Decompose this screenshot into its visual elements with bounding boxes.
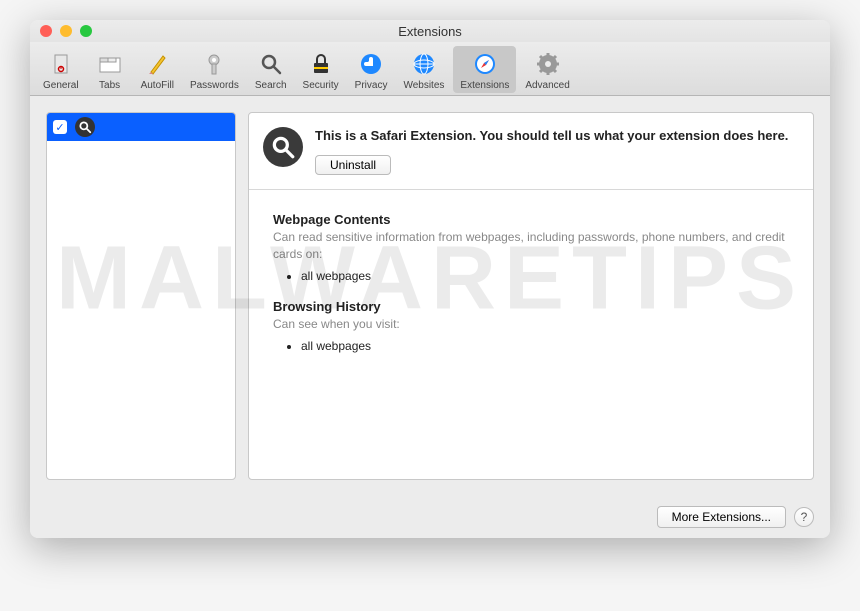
extension-details: This is a Safari Extension. You should t… bbox=[248, 112, 814, 480]
webpage-contents-section: Webpage Contents Can read sensitive info… bbox=[273, 212, 789, 283]
search-icon bbox=[263, 127, 303, 167]
minimize-icon[interactable] bbox=[60, 25, 72, 37]
gear-icon bbox=[534, 50, 562, 78]
tab-tabs[interactable]: Tabs bbox=[88, 46, 132, 93]
extensions-sidebar: ✓ bbox=[46, 112, 236, 480]
tab-extensions[interactable]: Extensions bbox=[453, 46, 516, 93]
tab-websites[interactable]: Websites bbox=[396, 46, 451, 93]
preferences-toolbar: General Tabs AutoFill Passwords Search bbox=[30, 42, 830, 96]
section-title: Webpage Contents bbox=[273, 212, 789, 227]
tab-security[interactable]: Security bbox=[296, 46, 346, 93]
search-icon bbox=[75, 117, 95, 137]
zoom-icon[interactable] bbox=[80, 25, 92, 37]
privacy-icon bbox=[357, 50, 385, 78]
extension-header: This is a Safari Extension. You should t… bbox=[249, 113, 813, 190]
lock-icon bbox=[307, 50, 335, 78]
search-icon bbox=[257, 50, 285, 78]
tab-label: Websites bbox=[403, 80, 444, 91]
tab-general[interactable]: General bbox=[36, 46, 86, 93]
footer: More Extensions... ? bbox=[30, 496, 830, 538]
section-text: Can see when you visit: bbox=[273, 316, 789, 333]
browsing-history-section: Browsing History Can see when you visit:… bbox=[273, 299, 789, 353]
extension-info: This is a Safari Extension. You should t… bbox=[315, 127, 799, 175]
permission-item: all webpages bbox=[301, 339, 789, 353]
tab-label: Security bbox=[303, 80, 339, 91]
section-title: Browsing History bbox=[273, 299, 789, 314]
titlebar: Extensions bbox=[30, 20, 830, 42]
tab-label: AutoFill bbox=[141, 80, 174, 91]
tab-label: Tabs bbox=[99, 80, 120, 91]
window-title: Extensions bbox=[38, 24, 822, 39]
compass-icon bbox=[471, 50, 499, 78]
preferences-window: Extensions General Tabs AutoFill Passwor… bbox=[30, 20, 830, 538]
help-button[interactable]: ? bbox=[794, 507, 814, 527]
extension-permissions: Webpage Contents Can read sensitive info… bbox=[249, 190, 813, 390]
general-icon bbox=[47, 50, 75, 78]
section-text: Can read sensitive information from webp… bbox=[273, 229, 789, 263]
more-extensions-button[interactable]: More Extensions... bbox=[657, 506, 786, 528]
tab-label: Search bbox=[255, 80, 287, 91]
close-icon[interactable] bbox=[40, 25, 52, 37]
extension-description: This is a Safari Extension. You should t… bbox=[315, 127, 799, 145]
uninstall-button[interactable]: Uninstall bbox=[315, 155, 391, 175]
autofill-icon bbox=[143, 50, 171, 78]
globe-icon bbox=[410, 50, 438, 78]
tab-autofill[interactable]: AutoFill bbox=[134, 46, 181, 93]
permission-item: all webpages bbox=[301, 269, 789, 283]
window-controls bbox=[40, 25, 92, 37]
tab-label: Privacy bbox=[355, 80, 388, 91]
tab-label: Extensions bbox=[460, 80, 509, 91]
key-icon bbox=[200, 50, 228, 78]
extension-checkbox[interactable]: ✓ bbox=[53, 120, 67, 134]
tab-privacy[interactable]: Privacy bbox=[348, 46, 395, 93]
tabs-icon bbox=[96, 50, 124, 78]
tab-advanced[interactable]: Advanced bbox=[518, 46, 576, 93]
tab-label: Advanced bbox=[525, 80, 569, 91]
tab-label: Passwords bbox=[190, 80, 239, 91]
tab-search[interactable]: Search bbox=[248, 46, 294, 93]
sidebar-item-extension[interactable]: ✓ bbox=[47, 113, 235, 141]
tab-label: General bbox=[43, 80, 79, 91]
tab-passwords[interactable]: Passwords bbox=[183, 46, 246, 93]
content-area: ✓ This is a Safari Extension. You should… bbox=[30, 96, 830, 496]
